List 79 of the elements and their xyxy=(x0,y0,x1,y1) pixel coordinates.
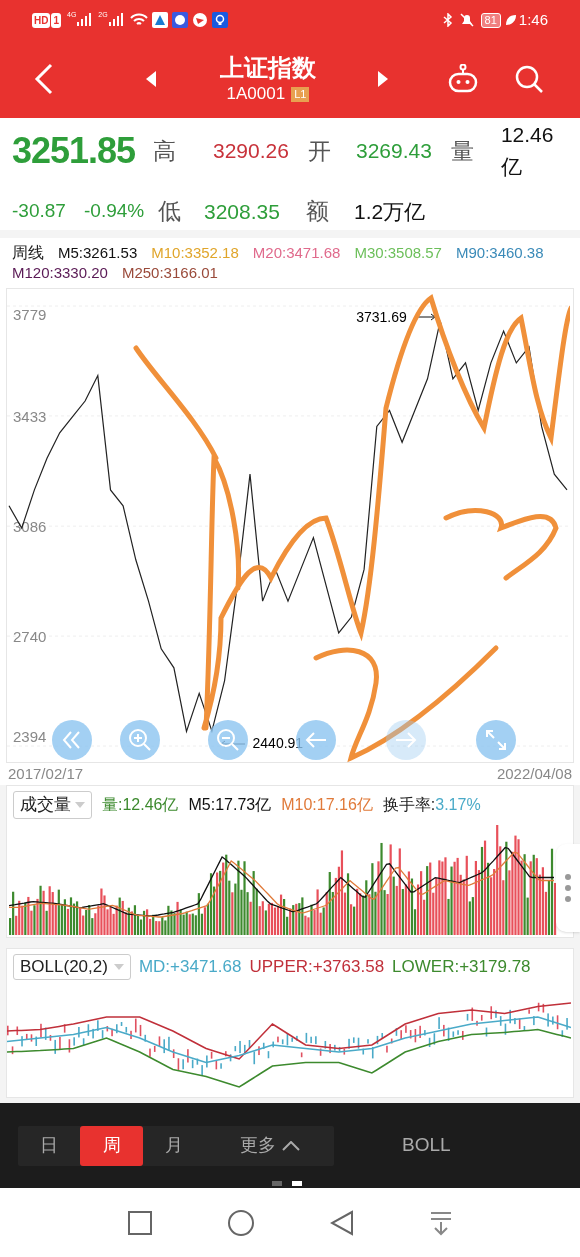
double-chevron-icon xyxy=(61,729,83,751)
level-badge: L1 xyxy=(291,86,310,102)
left-arrow-icon xyxy=(304,731,328,749)
index-code: 1A0001 xyxy=(226,83,286,105)
current-price: 3251.85 xyxy=(12,128,137,173)
field-label: 低 xyxy=(158,198,181,225)
field-value: 3208.35 xyxy=(204,199,280,223)
field-label: 额 xyxy=(306,198,329,225)
volume-value: 量:12.46亿 xyxy=(102,795,179,815)
moving-average-value: M120:3330.20 xyxy=(12,263,108,283)
chevron-up-icon xyxy=(281,1140,300,1151)
period-tab[interactable]: 更多 xyxy=(205,1125,334,1166)
y-tick-label: 2394 xyxy=(13,728,47,745)
moving-average-value: M10:3352.18 xyxy=(151,243,239,263)
right-arrow-icon xyxy=(394,731,418,749)
indicator-dropdown[interactable]: 成交量 xyxy=(13,791,92,819)
index-title: 上证指数 xyxy=(220,53,316,83)
y-tick-label: 3433 xyxy=(13,407,47,425)
boll-value: UPPER:+3763.58 xyxy=(249,956,385,978)
field-value: 12.46亿 xyxy=(500,122,555,180)
y-tick-label: 3086 xyxy=(13,518,47,536)
search-icon xyxy=(514,64,544,94)
notification-pull-button[interactable] xyxy=(428,1209,453,1236)
back-nav-button[interactable] xyxy=(329,1209,354,1236)
price-change: -30.87 xyxy=(12,199,67,224)
more-icon xyxy=(565,873,571,903)
robot-icon xyxy=(447,64,479,94)
field-label: 开 xyxy=(307,137,331,164)
mute-bell-icon xyxy=(458,12,475,28)
home-button[interactable] xyxy=(226,1208,255,1237)
bluetooth-icon xyxy=(442,13,453,27)
hd-indicator: HD xyxy=(32,12,51,28)
field-value: 3269.43 xyxy=(356,139,432,162)
field-label: 量 xyxy=(450,137,474,164)
zoom-in-icon xyxy=(128,728,152,752)
field-label: 高 xyxy=(153,137,177,164)
period-label: 周线 xyxy=(12,243,44,263)
boll-value: MD:+3471.68 xyxy=(138,956,242,978)
moving-average-value: M20:3471.68 xyxy=(252,243,341,263)
turnover-value: 3.17% xyxy=(435,795,481,815)
moving-average-value: M30:3508.57 xyxy=(354,243,442,263)
turnover-label: 换手率: xyxy=(382,795,436,815)
period-tab[interactable]: 月 xyxy=(142,1125,206,1166)
field-value: 3290.26 xyxy=(213,139,289,162)
indicator-label: BOLL xyxy=(402,1133,451,1158)
high-point-label: 3731.69 xyxy=(356,307,407,327)
end-date: 2022/04/08 xyxy=(496,763,572,784)
sim-indicator: 1 xyxy=(51,12,61,28)
bulb-icon xyxy=(211,12,228,28)
period-tab[interactable]: 周 xyxy=(80,1125,143,1166)
field-value: 1.2万亿 xyxy=(354,198,426,225)
battery-indicator: 81 xyxy=(480,12,501,28)
boll-value: LOWER:+3179.78 xyxy=(392,956,531,978)
app-icon xyxy=(151,12,168,28)
wifi-icon xyxy=(129,13,148,27)
signal-icon xyxy=(76,13,93,27)
zoom-out-icon xyxy=(216,728,240,752)
indicator-dropdown[interactable]: BOLL(20,2) xyxy=(13,954,131,980)
volume-value: M5:17.73亿 xyxy=(188,795,272,815)
chat-app-icon xyxy=(171,12,188,28)
expand-icon xyxy=(485,729,507,751)
more-handle[interactable] xyxy=(556,844,580,932)
signal-icon xyxy=(107,13,124,27)
volume-value: M10:17.16亿 xyxy=(281,795,373,815)
back-icon xyxy=(34,63,54,95)
moving-average-value: M250:3166.01 xyxy=(121,263,218,283)
moving-average-value: M5:3261.53 xyxy=(58,243,138,263)
percent-change: -0.94% xyxy=(84,199,146,224)
moving-average-value: M90:3460.38 xyxy=(455,243,544,263)
leaf-icon xyxy=(504,14,517,26)
period-tab[interactable]: 日 xyxy=(18,1125,81,1166)
caret-icon xyxy=(113,964,124,970)
recents-button[interactable] xyxy=(127,1210,152,1235)
app-icon xyxy=(191,12,208,28)
y-tick-label: 3779 xyxy=(13,306,47,323)
start-date: 2017/02/17 xyxy=(8,763,84,784)
clock-time: 1:46 xyxy=(518,9,548,30)
caret-icon xyxy=(75,802,85,808)
y-tick-label: 2740 xyxy=(13,628,47,646)
